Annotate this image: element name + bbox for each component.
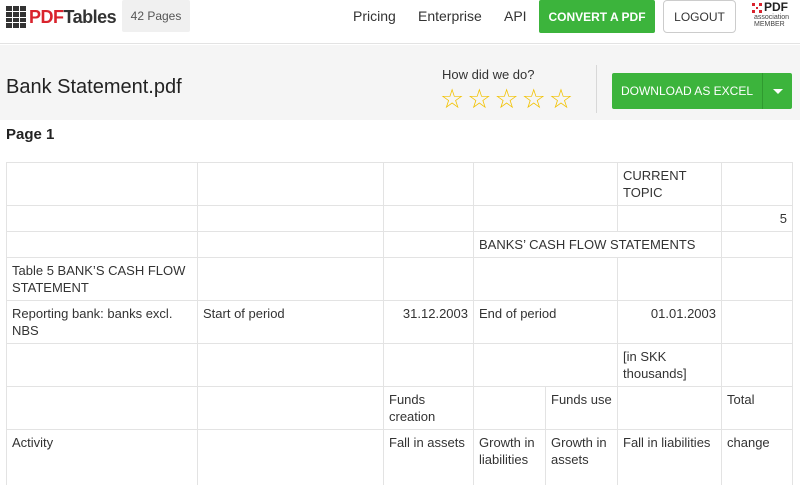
logo-text-tables: Tables (63, 6, 117, 27)
table-cell (473, 257, 618, 301)
logo-text: PDFTables (29, 6, 117, 28)
rating-prompt: How did we do? (442, 67, 535, 82)
table-cell (6, 231, 198, 258)
table-cell: 5 (721, 205, 793, 232)
table-cell: change (721, 429, 793, 485)
table-cell: Table 5 BANK’S CASH FLOW STATEMENT (6, 257, 198, 301)
table-cell (473, 205, 618, 232)
star-icon-2[interactable]: ☆ (467, 85, 491, 113)
table-cell (197, 162, 384, 206)
table-cell: End of period (473, 300, 618, 344)
table-cell: Funds use (545, 386, 618, 430)
pdf-association-logo-title: PDF (764, 0, 788, 14)
star-icon-4[interactable]: ☆ (522, 85, 546, 113)
table-cell (473, 343, 618, 387)
table-cell (197, 429, 384, 485)
caret-down-icon (772, 88, 783, 94)
extracted-table: CURRENT TOPIC 5 BANKS’ CASH FLOW STATEME… (6, 162, 793, 485)
logo-text-pdf: PDF (29, 6, 64, 27)
nav-link-enterprise[interactable]: Enterprise (418, 8, 482, 24)
header-divider (596, 65, 597, 113)
pdf-association-checker-icon (752, 3, 762, 13)
table-cell (617, 205, 722, 232)
table-cell (197, 386, 384, 430)
table-cell (721, 231, 793, 258)
table-cell (721, 300, 793, 344)
table-row: 5 (6, 205, 793, 232)
table-row: CURRENT TOPIC (6, 162, 793, 206)
table-cell (6, 343, 198, 387)
table-cell (383, 257, 474, 301)
table-cell: CURRENT TOPIC (617, 162, 722, 206)
table-cell: Fall in liabilities (617, 429, 722, 485)
pages-badge[interactable]: 42 Pages (122, 0, 190, 32)
table-row: Funds creation Funds use Total (6, 386, 793, 430)
nav-link-api[interactable]: API (504, 8, 527, 24)
table-cell (197, 343, 384, 387)
table-cell: Fall in assets (383, 429, 474, 485)
page-label: Page 1 (6, 126, 55, 143)
table-cell (473, 162, 618, 206)
pdf-association-logo-subtitle: association MEMBER (754, 14, 790, 28)
download-options-button[interactable] (762, 73, 792, 109)
table-cell: Reporting bank: banks excl. NBS (6, 300, 198, 344)
nav-link-pricing[interactable]: Pricing (353, 8, 396, 24)
table-cell (473, 386, 546, 430)
table-cell (6, 386, 198, 430)
document-header: Bank Statement.pdf How did we do? ☆ ☆ ☆ … (0, 45, 800, 120)
logo-grid-icon (6, 6, 26, 28)
table-cell (721, 257, 793, 301)
convert-pdf-button[interactable]: CONVERT A PDF (539, 0, 655, 33)
table-row: Table 5 BANK’S CASH FLOW STATEMENT (6, 257, 793, 301)
table-cell (721, 162, 793, 206)
star-icon-1[interactable]: ☆ (440, 85, 464, 113)
table-cell (6, 162, 198, 206)
table-cell: Start of period (197, 300, 384, 344)
logout-button[interactable]: LOGOUT (663, 0, 736, 33)
table-cell (197, 231, 384, 258)
table-cell (197, 205, 384, 232)
top-navbar: PDFTables 42 Pages Pricing Enterprise AP… (0, 0, 800, 44)
table-cell: Growth in assets (545, 429, 618, 485)
table-cell (617, 257, 722, 301)
star-icon-5[interactable]: ☆ (549, 85, 573, 113)
star-icon-3[interactable]: ☆ (494, 85, 518, 113)
table-row: BANKS’ CASH FLOW STATEMENTS (6, 231, 793, 258)
table-cell: Growth in liabilities (473, 429, 546, 485)
table-cell (6, 205, 198, 232)
table-row: Activity Fall in assets Growth in liabil… (6, 429, 793, 485)
table-cell: Funds creation (383, 386, 474, 430)
table-cell (383, 205, 474, 232)
table-cell (721, 343, 793, 387)
table-cell (197, 257, 384, 301)
table-cell (383, 231, 474, 258)
table-row: Reporting bank: banks excl. NBS Start of… (6, 300, 793, 344)
table-cell: Total (721, 386, 793, 430)
table-cell: 01.01.2003 (617, 300, 722, 344)
file-title: Bank Statement.pdf (6, 76, 182, 98)
table-cell: [in SKK thousands] (617, 343, 722, 387)
pdf-association-logo[interactable]: PDF association MEMBER (752, 0, 792, 31)
table-cell (383, 162, 474, 206)
pdftables-logo[interactable]: PDFTables (6, 4, 117, 30)
download-excel-button[interactable]: DOWNLOAD AS EXCEL (612, 73, 762, 109)
table-cell (383, 343, 474, 387)
table-row: [in SKK thousands] (6, 343, 793, 387)
table-cell (617, 386, 722, 430)
table-cell: BANKS’ CASH FLOW STATEMENTS (473, 231, 722, 258)
table-cell: 31.12.2003 (383, 300, 474, 344)
table-cell: Activity (6, 429, 198, 485)
rating-stars: ☆ ☆ ☆ ☆ ☆ (440, 85, 573, 113)
